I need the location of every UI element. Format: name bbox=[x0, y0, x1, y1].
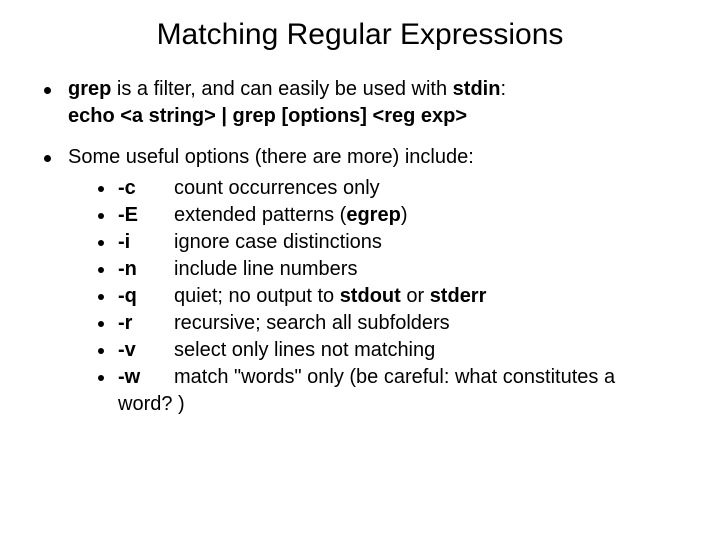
desc: select only lines not matching bbox=[174, 337, 680, 364]
bullet-grep-filter: grep is a filter, and can easily be used… bbox=[40, 76, 680, 130]
flag: -c bbox=[118, 175, 174, 202]
desc: include line numbers bbox=[174, 256, 680, 283]
option-w-continuation: word? ) bbox=[118, 391, 680, 418]
text: : bbox=[500, 78, 506, 100]
options-list: -ccount occurrences only -Eextended patt… bbox=[96, 175, 680, 391]
slide: Matching Regular Expressions grep is a f… bbox=[0, 0, 720, 540]
slide-title: Matching Regular Expressions bbox=[40, 18, 680, 52]
options-intro: Some useful options (there are more) inc… bbox=[68, 146, 474, 168]
option-v: -vselect only lines not matching bbox=[96, 337, 680, 364]
flag: -w bbox=[118, 364, 174, 391]
desc: extended patterns (egrep) bbox=[174, 202, 680, 229]
flag: -n bbox=[118, 256, 174, 283]
desc: match "words" only (be careful: what con… bbox=[174, 364, 680, 391]
option-c: -ccount occurrences only bbox=[96, 175, 680, 202]
slide-content: grep is a filter, and can easily be used… bbox=[40, 76, 680, 418]
bullet-list: grep is a filter, and can easily be used… bbox=[40, 76, 680, 418]
flag: -r bbox=[118, 310, 174, 337]
flag: -i bbox=[118, 229, 174, 256]
option-i: -iignore case distinctions bbox=[96, 229, 680, 256]
text-grep: grep bbox=[68, 78, 111, 100]
option-q: -qquiet; no output to stdout or stderr bbox=[96, 283, 680, 310]
command-line: echo <a string> | grep [options] <reg ex… bbox=[68, 103, 680, 130]
text-stdin: stdin bbox=[453, 78, 501, 100]
text: is a filter, and can easily be used with bbox=[111, 78, 452, 100]
desc: count occurrences only bbox=[174, 175, 680, 202]
desc: ignore case distinctions bbox=[174, 229, 680, 256]
option-n: -ninclude line numbers bbox=[96, 256, 680, 283]
desc: quiet; no output to stdout or stderr bbox=[174, 283, 680, 310]
flag: -v bbox=[118, 337, 174, 364]
option-w: -wmatch "words" only (be careful: what c… bbox=[96, 364, 680, 391]
flag: -q bbox=[118, 283, 174, 310]
bullet-options: Some useful options (there are more) inc… bbox=[40, 144, 680, 418]
desc: recursive; search all subfolders bbox=[174, 310, 680, 337]
option-r: -rrecursive; search all subfolders bbox=[96, 310, 680, 337]
flag: -E bbox=[118, 202, 174, 229]
option-e: -Eextended patterns (egrep) bbox=[96, 202, 680, 229]
